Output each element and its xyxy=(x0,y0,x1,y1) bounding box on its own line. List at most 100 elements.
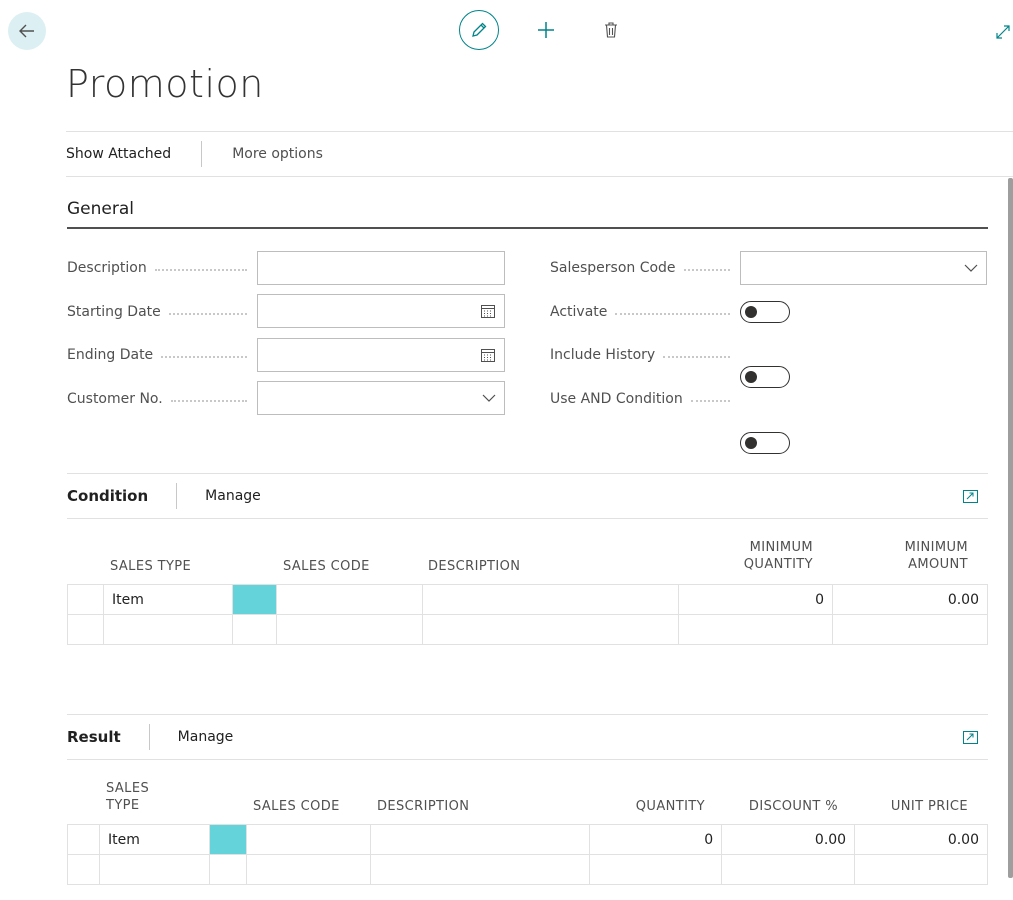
unit-price-cell[interactable] xyxy=(854,854,988,885)
more-options-action[interactable]: More options xyxy=(232,146,323,162)
col-minimum-quantity[interactable]: MINIMUM QUANTITY xyxy=(700,539,813,573)
col-minimum-amount-line1: MINIMUM xyxy=(904,540,968,555)
activate-toggle[interactable] xyxy=(740,301,790,323)
quantity-cell[interactable] xyxy=(589,854,723,885)
sales-code-cell[interactable] xyxy=(275,584,423,615)
sales-code-cell[interactable] xyxy=(275,614,423,645)
row-selector[interactable] xyxy=(67,614,104,645)
result-part-header: Result Manage xyxy=(67,714,988,760)
col-sales-type[interactable]: SALES TYPE xyxy=(110,558,191,575)
starting-date-label: Starting Date xyxy=(67,302,257,322)
activate-label-text: Activate xyxy=(550,304,608,320)
starting-date-label-text: Starting Date xyxy=(67,304,161,320)
toggle-knob xyxy=(745,370,757,383)
description-cell[interactable] xyxy=(421,584,680,615)
condition-open-in-new-button[interactable] xyxy=(962,488,978,504)
edit-pencil-icon xyxy=(472,22,487,37)
sales-type-cell[interactable]: Item xyxy=(98,824,210,855)
toggle-knob xyxy=(745,305,757,318)
sales-type-cell[interactable] xyxy=(102,614,233,645)
description-cell[interactable] xyxy=(421,614,680,645)
result-title[interactable]: Result xyxy=(67,728,121,746)
minimum-quantity-cell[interactable]: 0 xyxy=(678,584,834,615)
trash-icon xyxy=(605,22,617,38)
sales-code-cell[interactable] xyxy=(245,824,371,855)
description-label-text: Description xyxy=(67,260,147,276)
description-cell[interactable] xyxy=(369,824,591,855)
minimum-amount-cell[interactable]: 0.00 xyxy=(832,584,988,615)
starting-date-input[interactable] xyxy=(257,294,505,328)
expand-icon xyxy=(996,25,1010,39)
col-minimum-amount[interactable]: MINIMUM AMOUNT xyxy=(850,539,968,573)
part-separator xyxy=(176,483,178,509)
label-leader-dots xyxy=(154,269,247,271)
col-quantity[interactable]: QUANTITY xyxy=(610,798,705,815)
customer-no-label: Customer No. xyxy=(67,389,257,409)
calendar-icon[interactable] xyxy=(480,347,496,363)
open-in-new-icon xyxy=(962,730,978,744)
ending-date-input[interactable] xyxy=(257,338,505,372)
lookup-cell-selected[interactable] xyxy=(208,824,247,855)
col-description[interactable]: DESCRIPTION xyxy=(428,558,520,575)
sales-code-cell[interactable] xyxy=(245,854,371,885)
col-minimum-amount-line2: AMOUNT xyxy=(908,557,968,572)
col-unit-price[interactable]: UNIT PRICE xyxy=(860,798,968,815)
table-row[interactable] xyxy=(67,854,988,885)
result-open-in-new-button[interactable] xyxy=(962,729,978,745)
sales-type-cell[interactable] xyxy=(98,854,210,885)
condition-manage-action[interactable]: Manage xyxy=(205,488,261,504)
row-selector[interactable] xyxy=(67,824,100,855)
back-arrow-icon xyxy=(19,24,34,38)
label-leader-dots xyxy=(683,269,730,271)
general-section-title[interactable]: General xyxy=(67,199,134,219)
row-selector[interactable] xyxy=(67,854,100,885)
use-and-condition-toggle[interactable] xyxy=(740,432,790,454)
quantity-cell[interactable]: 0 xyxy=(589,824,723,855)
condition-title[interactable]: Condition xyxy=(67,487,148,505)
chevron-down-icon xyxy=(964,264,978,272)
description-cell[interactable] xyxy=(369,854,591,885)
vertical-scrollbar[interactable] xyxy=(1008,178,1013,878)
toggle-knob xyxy=(745,436,757,449)
customer-no-label-text: Customer No. xyxy=(67,391,163,407)
ending-date-label: Ending Date xyxy=(67,345,257,365)
label-leader-dots xyxy=(615,313,730,315)
col-discount-percent[interactable]: DISCOUNT % xyxy=(730,798,838,815)
delete-button[interactable] xyxy=(598,16,624,44)
col-description[interactable]: DESCRIPTION xyxy=(377,798,469,815)
minimum-amount-cell[interactable] xyxy=(832,614,988,645)
result-grid: Item 0 0.00 0.00 xyxy=(67,824,988,885)
action-separator xyxy=(201,141,203,167)
description-input[interactable] xyxy=(257,251,505,285)
col-sales-code[interactable]: SALES CODE xyxy=(283,558,370,575)
discount-percent-cell[interactable] xyxy=(721,854,856,885)
table-row[interactable]: Item 0 0.00 xyxy=(67,584,988,615)
open-in-new-icon xyxy=(962,489,978,503)
sales-type-cell[interactable]: Item xyxy=(102,584,233,615)
result-manage-action[interactable]: Manage xyxy=(178,729,234,745)
row-selector[interactable] xyxy=(67,584,104,615)
show-attached-action[interactable]: Show Attached xyxy=(66,146,171,162)
edit-button[interactable] xyxy=(459,10,499,50)
new-button[interactable] xyxy=(532,16,560,44)
chevron-down-icon xyxy=(482,394,496,402)
discount-percent-cell[interactable]: 0.00 xyxy=(721,824,856,855)
include-history-toggle[interactable] xyxy=(740,366,790,388)
back-button[interactable] xyxy=(8,12,46,50)
customer-no-dropdown[interactable] xyxy=(257,381,505,415)
lookup-cell[interactable] xyxy=(231,614,277,645)
lookup-cell-selected[interactable] xyxy=(231,584,277,615)
minimum-quantity-cell[interactable] xyxy=(678,614,834,645)
ending-date-label-text: Ending Date xyxy=(67,347,154,363)
table-row[interactable]: Item 0 0.00 0.00 xyxy=(67,824,988,855)
unit-price-cell[interactable]: 0.00 xyxy=(854,824,988,855)
col-sales-code[interactable]: SALES CODE xyxy=(253,798,340,815)
col-sales-type[interactable]: SALES TYPE xyxy=(106,780,149,814)
salesperson-code-dropdown[interactable] xyxy=(740,251,987,285)
label-leader-dots xyxy=(170,400,247,402)
lookup-cell[interactable] xyxy=(208,854,247,885)
table-row[interactable] xyxy=(67,614,988,645)
expand-page-button[interactable] xyxy=(993,22,1013,42)
calendar-icon[interactable] xyxy=(480,303,496,319)
col-minimum-quantity-line2: QUANTITY xyxy=(743,557,813,572)
